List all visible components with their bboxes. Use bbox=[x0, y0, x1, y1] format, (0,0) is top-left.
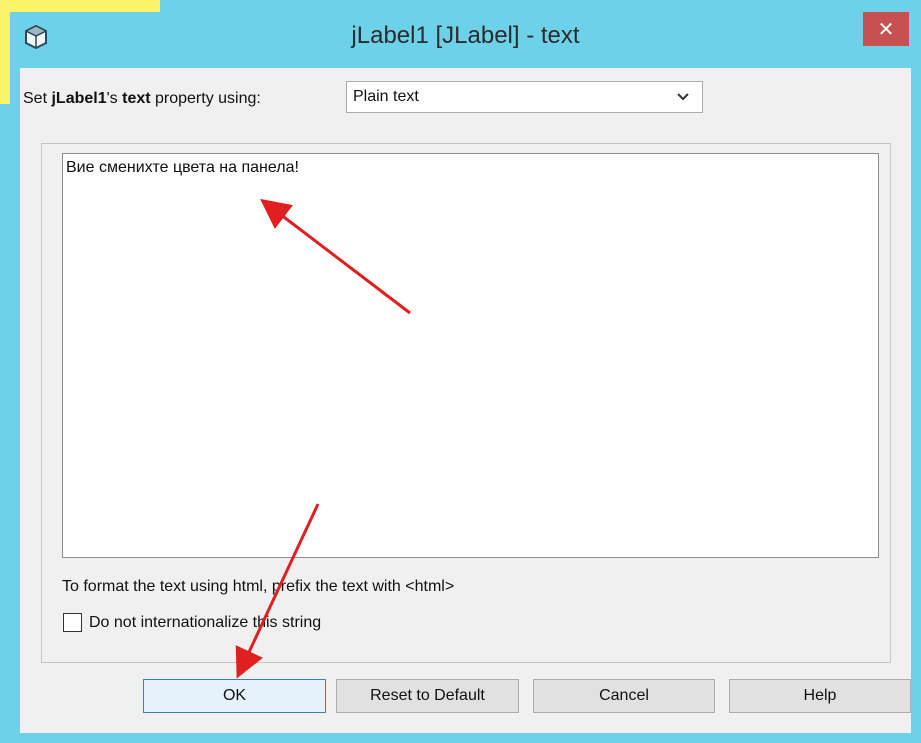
component-name: jLabel1 bbox=[51, 90, 107, 107]
text-value-area[interactable]: Вие сменихте цвета на панела! bbox=[62, 153, 879, 558]
close-icon: ✕ bbox=[877, 18, 895, 41]
dialog-title: jLabel1 [JLabel] - text bbox=[351, 22, 580, 49]
chevron-down-icon bbox=[677, 93, 689, 101]
property-name: text bbox=[122, 90, 151, 107]
reset-to-default-button[interactable]: Reset to Default bbox=[336, 679, 519, 713]
property-label: Set jLabel1's text property using: bbox=[23, 90, 261, 107]
close-button[interactable]: ✕ bbox=[863, 12, 909, 46]
do-not-internationalize-checkbox[interactable] bbox=[63, 613, 82, 632]
ok-button[interactable]: OK bbox=[143, 679, 326, 713]
editor-mode-value: Plain text bbox=[353, 88, 419, 105]
background-highlight-top bbox=[0, 0, 160, 12]
html-format-hint: To format the text using html, prefix th… bbox=[62, 578, 455, 595]
text-value: Вие сменихте цвета на панела! bbox=[66, 159, 299, 176]
text-property-dialog: jLabel1 [JLabel] - text ✕ Set jLabel1's … bbox=[10, 12, 921, 743]
cancel-button[interactable]: Cancel bbox=[533, 679, 715, 713]
do-not-internationalize-label[interactable]: Do not internationalize this string bbox=[89, 614, 321, 632]
title-bar[interactable]: jLabel1 [JLabel] - text ✕ bbox=[10, 12, 921, 68]
dialog-body: Set jLabel1's text property using: Plain… bbox=[20, 68, 911, 733]
editor-mode-select[interactable]: Plain text bbox=[346, 81, 703, 113]
help-button[interactable]: Help bbox=[729, 679, 911, 713]
